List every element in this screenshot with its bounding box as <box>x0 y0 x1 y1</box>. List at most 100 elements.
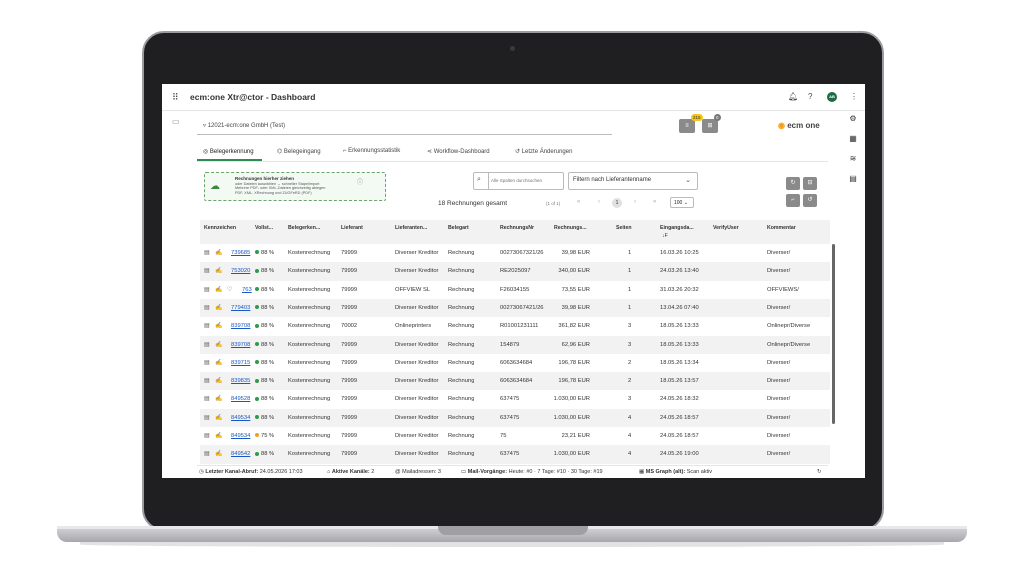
document-id-link[interactable]: 839708 <box>231 323 253 329</box>
table-row[interactable]: ▤ ✍ 739685 88 % Kostenrechnung 79999 Diverser … <box>200 244 830 262</box>
upload-dropzone[interactable]: ☁ Rechnungen hierher ziehen oder Dateien… <box>204 172 386 201</box>
document-id-link[interactable]: 849534 <box>231 433 253 439</box>
sidebar-toggle-icon[interactable]: ▭ <box>172 117 180 126</box>
table-row[interactable]: ▤ ✍ 849534 75 % Kostenrechnung 79999 Diverser … <box>200 427 830 445</box>
signature-icon[interactable]: ✍ <box>215 322 222 329</box>
tenant-selector[interactable]: ▿ 12021-ecm:one GmbH (Test) <box>197 120 612 135</box>
signature-icon[interactable]: ✍ <box>215 450 222 457</box>
help-icon[interactable]: ? <box>808 92 812 101</box>
info-icon[interactable]: ⓘ <box>357 177 363 186</box>
document-id-link[interactable]: 849534 <box>231 415 253 421</box>
table-row[interactable]: ▤ ✍ 779403 88 % Kostenrechnung 79999 Diverser … <box>200 298 830 318</box>
settings-icon[interactable]: ⚙ <box>846 114 860 123</box>
column-header[interactable]: Kennzeichen <box>204 225 236 231</box>
signature-icon[interactable]: ✍ <box>215 432 222 439</box>
signature-icon[interactable]: ✍ <box>215 359 222 366</box>
tab-belegeingang[interactable]: ⌬ Belegeingang <box>277 148 321 155</box>
signature-icon[interactable]: ✍ <box>215 377 222 384</box>
supplier-filter-select[interactable]: Filtern nach Lieferantenname ⌄ <box>568 172 698 190</box>
avatar[interactable]: AB <box>827 92 837 102</box>
document-icon[interactable]: ▤ <box>204 249 210 256</box>
document-icon[interactable]: ▤ <box>204 322 210 329</box>
table-view-button[interactable]: ⊟ <box>803 177 817 190</box>
column-header[interactable]: Lieferant <box>341 225 363 231</box>
more-vertical-icon[interactable]: ⋮ <box>850 92 858 101</box>
signature-icon[interactable]: ✍ <box>215 414 222 421</box>
queue-button[interactable]: ≡ <box>679 119 695 133</box>
document-icon[interactable]: ▤ <box>204 395 210 402</box>
document-id-link[interactable]: 779403 <box>231 305 253 311</box>
document-id-link[interactable]: 839715 <box>231 360 253 366</box>
first-page-icon[interactable]: « <box>577 199 580 205</box>
id-card-icon[interactable]: ▤ <box>846 174 860 183</box>
document-id-link[interactable]: 739685 <box>231 250 253 256</box>
document-icon[interactable]: ▤ <box>204 450 210 457</box>
tab-erkennungsstatistik[interactable]: ⌐ Erkennungsstatistik <box>343 148 400 154</box>
current-page[interactable]: 1 <box>612 198 622 208</box>
database-icon[interactable]: ≋ <box>846 154 860 163</box>
laptop-shadow <box>80 542 944 547</box>
app-grid-icon[interactable]: ⠿ <box>172 93 179 102</box>
recognition-type: Kostenrechnung <box>288 268 331 275</box>
table-row[interactable]: ▤ ✍ 839835 88 % Kostenrechnung 79999 Diverser … <box>200 372 830 391</box>
last-page-icon[interactable]: » <box>653 199 656 205</box>
table-row[interactable]: ▤ ✍ 849528 88 % Kostenrechnung 79999 Diverser … <box>200 390 830 408</box>
column-header[interactable]: Belegerken... <box>288 225 320 231</box>
page-size-select[interactable]: 100 ⌄ <box>670 197 694 208</box>
tab-workflow-dashboard[interactable]: ⋖ Workflow-Dashboard <box>427 148 490 155</box>
table-row[interactable]: ▤ ✍ 839708 88 % Kostenrechnung 70002 Onlinepri… <box>200 317 830 335</box>
column-header[interactable]: Eingangsda... <box>660 225 694 231</box>
column-header[interactable]: RechnungsNr <box>500 225 534 231</box>
heart-icon[interactable]: ♡ <box>227 286 232 293</box>
document-icon[interactable]: ▤ <box>204 341 210 348</box>
column-header[interactable]: Belegart <box>448 225 469 231</box>
document-icon[interactable]: ▤ <box>204 432 210 439</box>
refresh-button[interactable]: ↻ <box>786 177 800 190</box>
document-icon[interactable]: ▤ <box>204 286 210 293</box>
reset-button[interactable]: ↺ <box>803 194 817 207</box>
column-header[interactable]: Kommentar <box>767 225 796 231</box>
table-row[interactable]: ▤ ✍ 849534 88 % Kostenrechnung 79999 Diverser … <box>200 408 830 427</box>
signature-icon[interactable]: ✍ <box>215 249 222 256</box>
search-input[interactable] <box>491 175 561 186</box>
signature-icon[interactable]: ✍ <box>215 341 222 348</box>
document-icon[interactable]: ▤ <box>204 267 210 274</box>
table-row[interactable]: ▤ ✍ ♡ 763 88 % Kostenrechnung 79999 OFFVIEW SL R… <box>200 281 830 299</box>
tab-letzte-aenderungen[interactable]: ↺ Letzte Änderungen <box>515 148 572 155</box>
signature-icon[interactable]: ✍ <box>215 286 222 293</box>
grid-button[interactable]: ⊞ <box>702 119 718 133</box>
document-id-link[interactable]: 839835 <box>231 378 253 384</box>
document-icon[interactable]: ▤ <box>204 377 210 384</box>
document-id-link[interactable]: 849528 <box>231 396 253 402</box>
document-id-link[interactable]: 763 <box>242 287 253 293</box>
sort-desc-icon[interactable]: ↓F <box>662 233 668 239</box>
signature-icon[interactable]: ✍ <box>215 395 222 402</box>
table-scrollbar[interactable] <box>832 244 835 424</box>
building-icon[interactable]: ▦ <box>846 134 860 143</box>
table-row[interactable]: ▤ ✍ 753020 88 % Kostenrechnung 79999 Diverser … <box>200 262 830 281</box>
document-icon[interactable]: ▤ <box>204 414 210 421</box>
status-refresh-icon[interactable]: ↻ <box>817 469 822 475</box>
document-icon[interactable]: ▤ <box>204 304 210 311</box>
document-id-link[interactable]: 839708 <box>231 342 253 348</box>
comment: Diverser/ <box>767 304 791 311</box>
table-row[interactable]: ▤ ✍ 839708 88 % Kostenrechnung 79999 Diverser … <box>200 335 830 354</box>
table-row[interactable]: ▤ ✍ 839715 88 % Kostenrechnung 79999 Diverser … <box>200 354 830 372</box>
document-id-link[interactable]: 753020 <box>231 268 253 274</box>
chart-button[interactable]: ⌐ <box>786 194 800 207</box>
bell-icon[interactable]: 🔔︎ <box>788 92 798 101</box>
document-icon[interactable]: ▤ <box>204 359 210 366</box>
column-header[interactable]: Seiten <box>616 225 632 231</box>
signature-icon[interactable]: ✍ <box>215 267 222 274</box>
tab-belegerkennung[interactable]: ◎ Belegerkennung <box>203 148 254 155</box>
next-page-icon[interactable]: › <box>634 199 636 205</box>
prev-page-icon[interactable]: ‹ <box>598 199 600 205</box>
column-header[interactable]: Rechnungs... <box>554 225 587 231</box>
column-header[interactable]: VerifyUser <box>713 225 739 231</box>
column-header[interactable]: Lieferanten... <box>395 225 427 231</box>
document-id-link[interactable]: 849542 <box>231 451 253 457</box>
column-header[interactable]: Vollst... <box>255 225 273 231</box>
search-box[interactable]: ⌕ <box>473 172 564 190</box>
table-row[interactable]: ▤ ✍ 849542 88 % Kostenrechnung 79999 Diverser … <box>200 445 830 464</box>
signature-icon[interactable]: ✍ <box>215 304 222 311</box>
